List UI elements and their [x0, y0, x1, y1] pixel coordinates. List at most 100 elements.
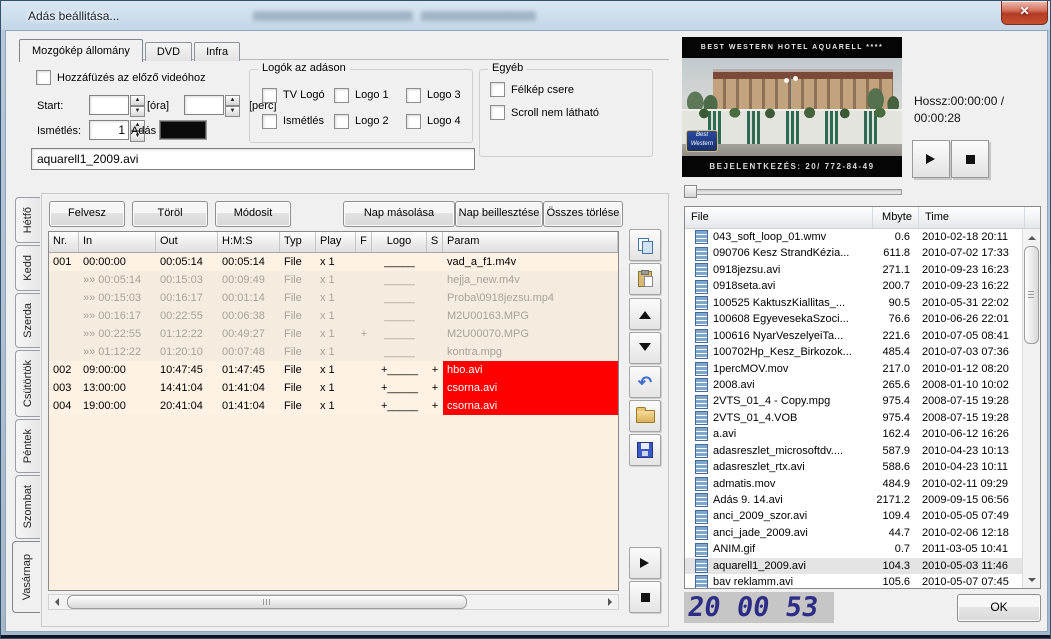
start-hour-input[interactable] — [89, 95, 129, 115]
checkbox-box[interactable] — [490, 82, 505, 97]
broadcast-color-swatch[interactable] — [159, 120, 207, 140]
mbyte-column-header[interactable]: Mbyte — [873, 207, 919, 228]
open-file-button[interactable] — [629, 400, 661, 432]
file-row[interactable]: 1percMOV.mov217.02010-01-12 08:20 — [685, 361, 1022, 377]
file-row[interactable]: 043_soft_loop_01.wmv0.62010-02-18 20:11 — [685, 229, 1022, 245]
checkbox-Ismétlés[interactable]: Ismétlés — [262, 114, 334, 129]
file-row[interactable]: 100616 NyarVeszelyeiTa...221.62010-07-05… — [685, 328, 1022, 344]
checkbox-Félkép csere[interactable]: Félkép csere — [490, 82, 652, 97]
file-row[interactable]: aquarell1_2009.avi104.32010-05-03 11:46 — [685, 558, 1022, 574]
scroll-right-arrow[interactable] — [603, 595, 618, 609]
close-button[interactable]: ✕ — [1001, 1, 1048, 25]
row-play-button[interactable] — [629, 547, 661, 579]
file-column-header[interactable]: File — [685, 207, 873, 228]
hscroll-thumb[interactable] — [67, 595, 467, 609]
clear-all-button[interactable]: Összes törlése — [543, 201, 623, 227]
paste-day-button[interactable]: Nap beillesztése — [455, 201, 543, 227]
file-row[interactable]: bav reklamm.avi105.62010-05-07 07:45 — [685, 574, 1022, 588]
minute-up-arrow[interactable]: ▲ — [225, 95, 240, 106]
checkbox-Logo 1[interactable]: Logo 1 — [334, 88, 406, 103]
copy-day-button[interactable]: Nap másolása — [343, 201, 455, 227]
row-stop-button[interactable] — [629, 581, 661, 613]
tab-DVD[interactable]: DVD — [145, 42, 192, 61]
scroll-up-arrow[interactable] — [1023, 229, 1040, 244]
tab-Infra[interactable]: Infra — [194, 42, 240, 61]
checkbox-Logo 4[interactable]: Logo 4 — [406, 114, 478, 129]
file-vscrollbar[interactable] — [1022, 229, 1040, 588]
column-header-S[interactable]: S — [427, 232, 443, 252]
save-button[interactable] — [629, 434, 661, 466]
file-row[interactable]: 100702Hp_Kesz_Birkozok...485.42010-07-03… — [685, 344, 1022, 360]
schedule-row[interactable]: »» 00:05:1400:15:0300:09:49Filex 1_____h… — [49, 271, 618, 289]
hour-down-arrow[interactable]: ▼ — [130, 106, 145, 117]
schedule-row[interactable]: 00209:00:0010:47:4501:47:45Filex 1+_____… — [49, 361, 618, 379]
file-row[interactable]: 2VTS_01_4.VOB975.42008-07-15 19:28 — [685, 410, 1022, 426]
column-header-Logo[interactable]: Logo — [372, 232, 427, 252]
file-row[interactable]: a.avi162.42010-06-12 16:26 — [685, 426, 1022, 442]
file-row[interactable]: adasreszlet_rtx.avi588.62010-04-23 10:11 — [685, 459, 1022, 475]
checkbox-box[interactable] — [262, 88, 277, 103]
seek-track[interactable] — [684, 189, 902, 195]
preview-play-button[interactable] — [912, 140, 950, 178]
day-tab-Kedd[interactable]: Kedd — [15, 245, 40, 291]
column-header-F[interactable]: F — [356, 232, 372, 252]
tab-Mozgókép állomány[interactable]: Mozgókép állomány — [19, 39, 143, 62]
file-row[interactable]: 2VTS_01_4 - Copy.mpg975.42008-07-15 19:2… — [685, 393, 1022, 409]
schedule-row[interactable]: »» 00:16:1700:22:5500:06:38Filex 1_____M… — [49, 307, 618, 325]
file-row[interactable]: anci_jade_2009.avi44.72010-02-06 12:18 — [685, 525, 1022, 541]
filename-input[interactable] — [31, 148, 475, 170]
checkbox-box[interactable] — [36, 70, 51, 85]
file-row[interactable]: anci_2009_szor.avi109.42010-05-05 07:49 — [685, 508, 1022, 524]
file-row[interactable]: adasreszlet_microsoftdv....587.92010-04-… — [685, 443, 1022, 459]
ok-button[interactable]: OK — [957, 594, 1041, 622]
column-header-Typ[interactable]: Typ — [280, 232, 316, 252]
minute-down-arrow[interactable]: ▼ — [225, 106, 240, 117]
checkbox-box[interactable] — [406, 114, 421, 129]
file-row[interactable]: Adás 9. 14.avi2171.22009-09-15 06:56 — [685, 492, 1022, 508]
preview-stop-button[interactable] — [951, 140, 989, 178]
day-tab-Hétfő[interactable]: Hétfő — [15, 197, 40, 243]
delete-button[interactable]: Töröl — [132, 201, 208, 227]
file-row[interactable]: 0918seta.avi200.72010-09-23 16:22 — [685, 278, 1022, 294]
schedule-row[interactable]: »» 00:15:0300:16:1700:01:14Filex 1_____P… — [49, 289, 618, 307]
checkbox-TV Logó[interactable]: TV Logó — [262, 88, 334, 103]
schedule-row[interactable]: 00313:00:0014:41:0401:41:04Filex 1+_____… — [49, 379, 618, 397]
hour-up-arrow[interactable]: ▲ — [130, 95, 145, 106]
file-row[interactable]: 100525 KaktuszKiallitas_...90.52010-05-3… — [685, 295, 1022, 311]
day-tab-Csütörtök[interactable]: Csütörtök — [15, 350, 40, 417]
column-header-Param[interactable]: Param — [443, 232, 618, 252]
schedule-row[interactable]: »» 00:22:5501:12:2200:49:27Filex 1+_____… — [49, 325, 618, 343]
schedule-row[interactable]: 00419:00:0020:41:0401:41:04Filex 1+_____… — [49, 397, 618, 415]
vscroll-thumb[interactable] — [1024, 246, 1039, 344]
column-header-Nr.[interactable]: Nr. — [49, 232, 79, 252]
checkbox-box[interactable] — [262, 114, 277, 129]
checkbox-Logo 2[interactable]: Logo 2 — [334, 114, 406, 129]
time-column-header[interactable]: Time — [919, 207, 1025, 228]
move-up-button[interactable] — [629, 298, 661, 330]
schedule-row[interactable]: »» 01:12:2201:20:1000:07:48Filex 1_____k… — [49, 343, 618, 361]
day-tab-Szerda[interactable]: Szerda — [15, 293, 40, 348]
file-row[interactable]: ANIM.gif0.72011-03-05 10:41 — [685, 541, 1022, 557]
add-button[interactable]: Felvesz — [49, 201, 125, 227]
checkbox-box[interactable] — [334, 88, 349, 103]
scroll-left-arrow[interactable] — [49, 595, 64, 609]
file-row[interactable]: 100608 EgyevesekaSzoci...76.62010-06-26 … — [685, 311, 1022, 327]
append-previous-video-checkbox[interactable]: Hozzáfüzés az előző videóhoz — [36, 70, 206, 85]
paste-row-button[interactable] — [629, 263, 661, 295]
day-tab-Péntek[interactable]: Péntek — [15, 419, 40, 473]
scroll-down-arrow[interactable] — [1023, 573, 1040, 588]
column-header-Play[interactable]: Play — [316, 232, 356, 252]
checkbox-Scroll nem látható[interactable]: Scroll nem látható — [490, 105, 652, 120]
modify-button[interactable]: Módosit — [215, 201, 291, 227]
checkbox-box[interactable] — [490, 105, 505, 120]
copy-row-button[interactable] — [629, 229, 661, 261]
undo-button[interactable]: ↶ — [629, 366, 661, 398]
file-row[interactable]: 0918jezsu.avi271.12010-09-23 16:23 — [685, 262, 1022, 278]
start-minute-input[interactable] — [184, 95, 224, 115]
file-row[interactable]: 2008.avi265.62008-01-10 10:02 — [685, 377, 1022, 393]
day-tab-Szombat[interactable]: Szombat — [15, 475, 40, 538]
checkbox-Logo 3[interactable]: Logo 3 — [406, 88, 478, 103]
column-header-Out[interactable]: Out — [156, 232, 218, 252]
schedule-hscrollbar[interactable] — [48, 594, 619, 610]
repeat-input[interactable] — [89, 120, 129, 140]
